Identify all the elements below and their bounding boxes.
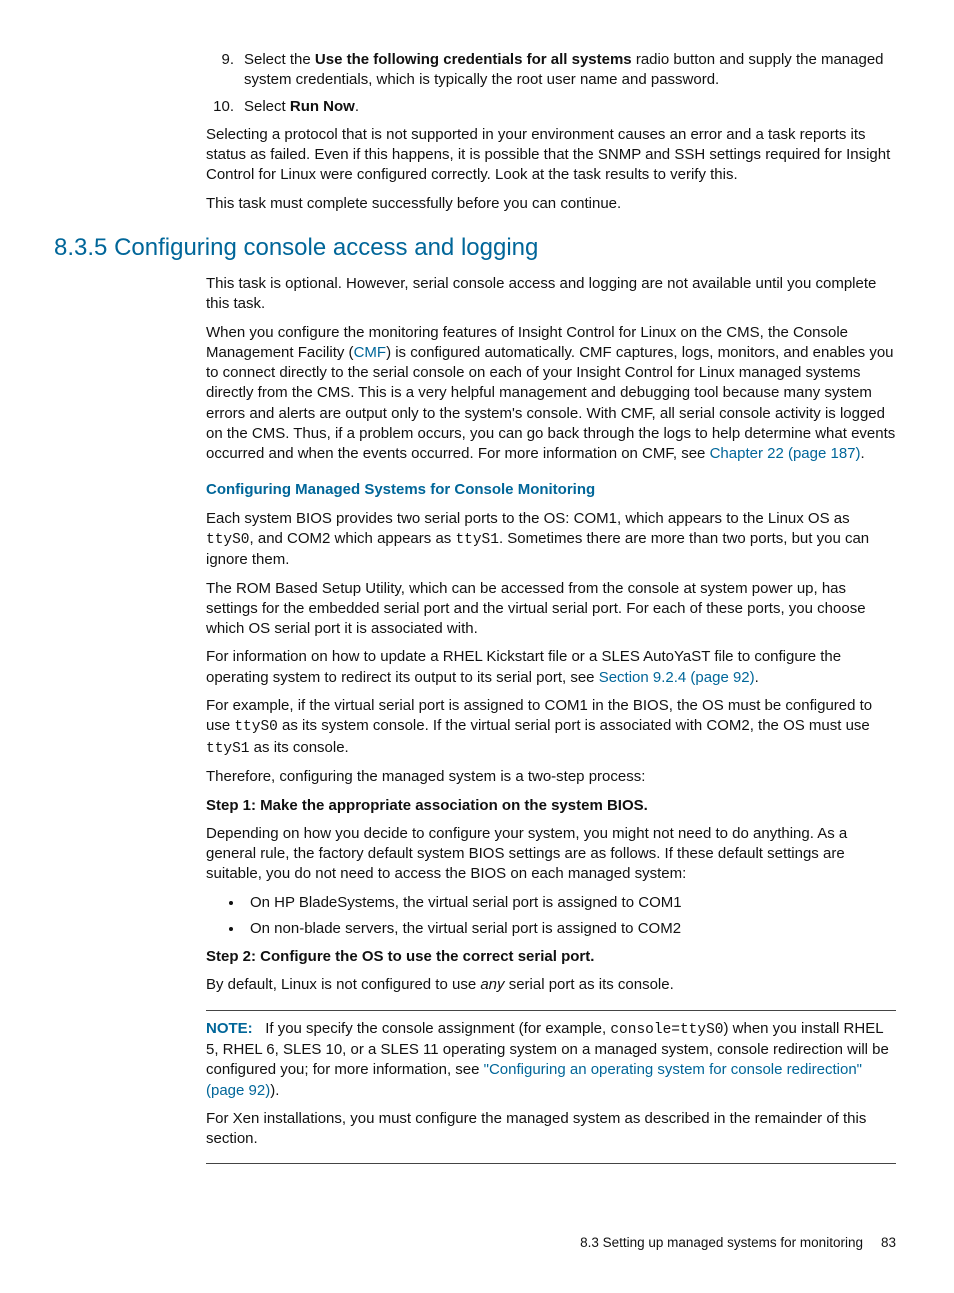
bold-text: Use the following credentials for all sy…	[315, 51, 632, 68]
text: By default, Linux is not configured to u…	[206, 976, 480, 993]
paragraph: Selecting a protocol that is not support…	[206, 125, 896, 186]
bullet-list: On HP BladeSystems, the virtual serial p…	[206, 893, 896, 940]
text: Select the	[244, 51, 315, 68]
step-2-heading: Step 2: Configure the OS to use the corr…	[206, 947, 896, 967]
section-heading-835: 8.3.5 Configuring console access and log…	[54, 232, 900, 264]
bold-text: Run Now	[290, 98, 355, 115]
bold-text: Step 2: Configure the OS to use the corr…	[206, 948, 594, 965]
note-label: NOTE:	[206, 1020, 253, 1037]
page-number: 83	[881, 1235, 896, 1250]
text: .	[861, 445, 865, 462]
text: If you specify the console assignment (f…	[265, 1020, 610, 1037]
step-1-heading: Step 1: Make the appropriate association…	[206, 796, 896, 816]
link-cmf[interactable]: CMF	[354, 344, 387, 361]
text: ).	[270, 1082, 279, 1099]
note-rule-bottom	[206, 1163, 896, 1164]
list-number: 10.	[206, 97, 234, 117]
list-text: Select the Use the following credentials…	[244, 50, 896, 91]
note-paragraph: For Xen installations, you must configur…	[206, 1109, 896, 1150]
paragraph: When you configure the monitoring featur…	[206, 323, 896, 465]
bold-text: Step 1: Make the appropriate association…	[206, 797, 648, 814]
list-item: On non-blade servers, the virtual serial…	[244, 919, 896, 939]
paragraph: For example, if the virtual serial port …	[206, 696, 896, 759]
list-text: Select Run Now.	[244, 97, 359, 117]
paragraph: Each system BIOS provides two serial por…	[206, 509, 896, 571]
code-ttys0: ttyS0	[206, 532, 250, 548]
text: Select	[244, 98, 290, 115]
text: serial port as its console.	[505, 976, 674, 993]
text: as its system console. If the virtual se…	[278, 717, 870, 734]
code-console-ttys0: console=ttyS0	[610, 1022, 723, 1038]
link-chapter-22[interactable]: Chapter 22 (page 187)	[710, 445, 861, 462]
text: .	[355, 98, 359, 115]
paragraph: Therefore, configuring the managed syste…	[206, 767, 896, 787]
subheading-configuring-managed: Configuring Managed Systems for Console …	[206, 480, 896, 500]
code-ttys1: ttyS1	[455, 532, 499, 548]
paragraph: This task must complete successfully bef…	[206, 194, 896, 214]
list-number: 9.	[206, 50, 234, 91]
note-paragraph: NOTE: If you specify the console assignm…	[206, 1019, 896, 1101]
paragraph: Depending on how you decide to configure…	[206, 824, 896, 885]
text: , and COM2 which appears as	[250, 530, 456, 547]
text: as its console.	[250, 739, 349, 756]
page-footer: 8.3 Setting up managed systems for monit…	[54, 1234, 900, 1252]
section-title: Configuring console access and logging	[114, 234, 538, 261]
paragraph: This task is optional. However, serial c…	[206, 274, 896, 315]
ordered-list-continuation: 9. Select the Use the following credenti…	[54, 50, 900, 117]
paragraph: For information on how to update a RHEL …	[206, 647, 896, 688]
section-number: 8.3.5	[54, 234, 107, 261]
list-item: On HP BladeSystems, the virtual serial p…	[244, 893, 896, 913]
list-item-10: 10. Select Run Now.	[206, 97, 896, 117]
footer-text: 8.3 Setting up managed systems for monit…	[580, 1235, 863, 1250]
link-section-924[interactable]: Section 9.2.4 (page 92)	[599, 669, 755, 686]
list-item-9: 9. Select the Use the following credenti…	[206, 50, 896, 91]
paragraph: The ROM Based Setup Utility, which can b…	[206, 579, 896, 640]
paragraph: By default, Linux is not configured to u…	[206, 975, 896, 995]
note-rule-top	[206, 1010, 896, 1011]
code-ttys1: ttyS1	[206, 741, 250, 757]
text: .	[755, 669, 759, 686]
code-ttys0: ttyS0	[234, 719, 278, 735]
italic-text: any	[480, 976, 504, 993]
text: Each system BIOS provides two serial por…	[206, 510, 850, 527]
